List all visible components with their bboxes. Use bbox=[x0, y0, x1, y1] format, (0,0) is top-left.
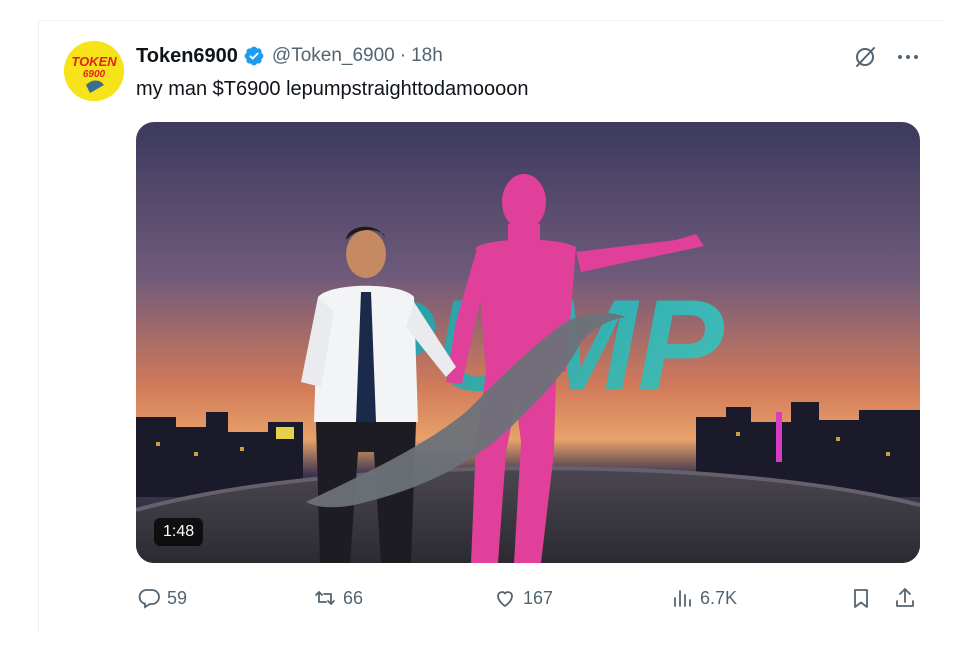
reply-button[interactable]: 59 bbox=[137, 583, 187, 613]
like-button[interactable]: 167 bbox=[493, 583, 553, 613]
tweet-header: Token6900 @Token_6900 · 18h bbox=[136, 44, 443, 68]
user-handle[interactable]: @Token_6900 bbox=[272, 45, 395, 67]
video-duration: 1:48 bbox=[154, 518, 204, 546]
video-media[interactable]: PUMP 1:48 bbox=[136, 122, 920, 563]
grok-icon[interactable] bbox=[852, 44, 878, 70]
verified-badge-icon[interactable] bbox=[243, 45, 265, 67]
display-name[interactable]: Token6900 bbox=[136, 45, 238, 68]
retweet-icon bbox=[313, 586, 337, 610]
tweet-text: my man $T6900 lepumpstraighttodamoooon bbox=[136, 78, 529, 100]
retweet-button[interactable]: 66 bbox=[313, 583, 363, 613]
reply-count: 59 bbox=[167, 587, 188, 608]
bookmark-icon bbox=[849, 586, 873, 610]
more-icon[interactable] bbox=[893, 44, 923, 70]
separator-dot: · bbox=[399, 45, 407, 66]
like-count: 167 bbox=[523, 587, 554, 608]
timestamp[interactable]: 18h bbox=[411, 45, 443, 67]
avatar[interactable]: TOKEN 6900 bbox=[64, 41, 124, 101]
share-icon bbox=[893, 586, 917, 610]
views-button[interactable]: 6.7K bbox=[670, 583, 737, 613]
reply-icon bbox=[137, 586, 161, 610]
like-icon bbox=[493, 586, 517, 610]
token6900-logo: TOKEN 6900 bbox=[64, 41, 124, 101]
views-icon bbox=[670, 586, 694, 610]
avatar-text-bottom: 6900 bbox=[83, 69, 106, 80]
share-button[interactable] bbox=[893, 583, 917, 613]
bookmark-button[interactable] bbox=[849, 583, 873, 613]
avatar-text-top: TOKEN bbox=[71, 54, 117, 69]
video-thumbnail: PUMP bbox=[136, 122, 920, 563]
views-count: 6.7K bbox=[700, 587, 738, 608]
retweet-count: 66 bbox=[343, 587, 364, 608]
action-bar: 59 66 167 6.7K bbox=[0, 583, 980, 613]
